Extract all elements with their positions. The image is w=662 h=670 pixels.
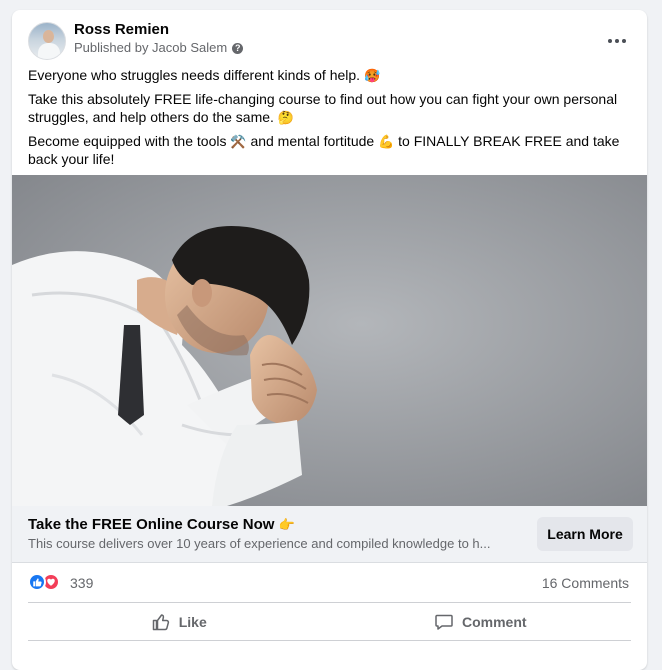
like-reaction-icon bbox=[28, 573, 46, 591]
published-by: Published by Jacob Salem ? bbox=[74, 40, 244, 56]
author-name[interactable]: Ross Remien bbox=[74, 20, 169, 40]
post-card: Ross Remien Published by Jacob Salem ? E… bbox=[12, 10, 647, 670]
help-icon[interactable]: ? bbox=[232, 42, 244, 54]
ad-cta-bar[interactable]: Take the FREE Online Course Now 👉 This c… bbox=[12, 506, 647, 563]
comment-icon bbox=[435, 614, 453, 630]
paragraph-1-text: Everyone who struggles needs different k… bbox=[28, 67, 361, 83]
learn-more-button[interactable]: Learn More bbox=[537, 517, 633, 551]
paragraph-3-text-a: Become equipped with the tools bbox=[28, 133, 227, 149]
post-paragraph-3: Become equipped with the tools ⚒️ and me… bbox=[28, 132, 628, 168]
ad-title-text: Take the FREE Online Course Now bbox=[28, 516, 275, 533]
published-by-text: Published by Jacob Salem bbox=[74, 40, 228, 55]
comments-count[interactable]: 16 Comments bbox=[542, 574, 629, 592]
post-text: Everyone who struggles needs different k… bbox=[28, 66, 628, 174]
more-dot-icon bbox=[615, 39, 619, 43]
paragraph-2-text: Take this absolutely FREE life-changing … bbox=[28, 91, 618, 125]
actions-divider bbox=[28, 640, 631, 641]
avatar-figure-body bbox=[38, 43, 60, 59]
thinking-emoji: 🤔 bbox=[277, 110, 295, 125]
comment-button[interactable]: Comment bbox=[330, 604, 632, 640]
post-stats: 339 16 Comments bbox=[28, 572, 631, 592]
author-avatar[interactable] bbox=[28, 22, 66, 60]
like-label: Like bbox=[178, 614, 207, 630]
comment-label: Comment bbox=[461, 614, 527, 630]
man-praying-illustration bbox=[12, 175, 647, 506]
ad-description: This course delivers over 10 years of ex… bbox=[28, 536, 491, 551]
like-button[interactable]: Like bbox=[28, 604, 330, 640]
thumbs-up-icon bbox=[152, 614, 169, 631]
ad-image[interactable] bbox=[12, 175, 647, 506]
reactions-summary[interactable] bbox=[28, 573, 60, 591]
stats-divider bbox=[28, 602, 631, 603]
hot-face-emoji: 🥵 bbox=[363, 68, 381, 83]
more-dot-icon bbox=[622, 39, 626, 43]
paragraph-3-text-b: and mental fortitude bbox=[250, 133, 375, 149]
avatar-figure-head bbox=[43, 30, 54, 43]
ad-title[interactable]: Take the FREE Online Course Now 👉 bbox=[28, 515, 295, 535]
post-paragraph-1: Everyone who struggles needs different k… bbox=[28, 66, 628, 84]
post-paragraph-2: Take this absolutely FREE life-changing … bbox=[28, 90, 628, 126]
post-header: Ross Remien Published by Jacob Salem ? bbox=[28, 20, 633, 70]
tools-emoji: ⚒️ bbox=[230, 134, 247, 149]
reaction-count[interactable]: 339 bbox=[70, 574, 93, 592]
more-dot-icon bbox=[608, 39, 612, 43]
more-options-button[interactable] bbox=[605, 34, 629, 48]
flexed-biceps-emoji: 💪 bbox=[378, 134, 395, 149]
pointing-right-emoji: 👉 bbox=[278, 517, 295, 532]
post-actions: Like Comment bbox=[28, 604, 631, 640]
